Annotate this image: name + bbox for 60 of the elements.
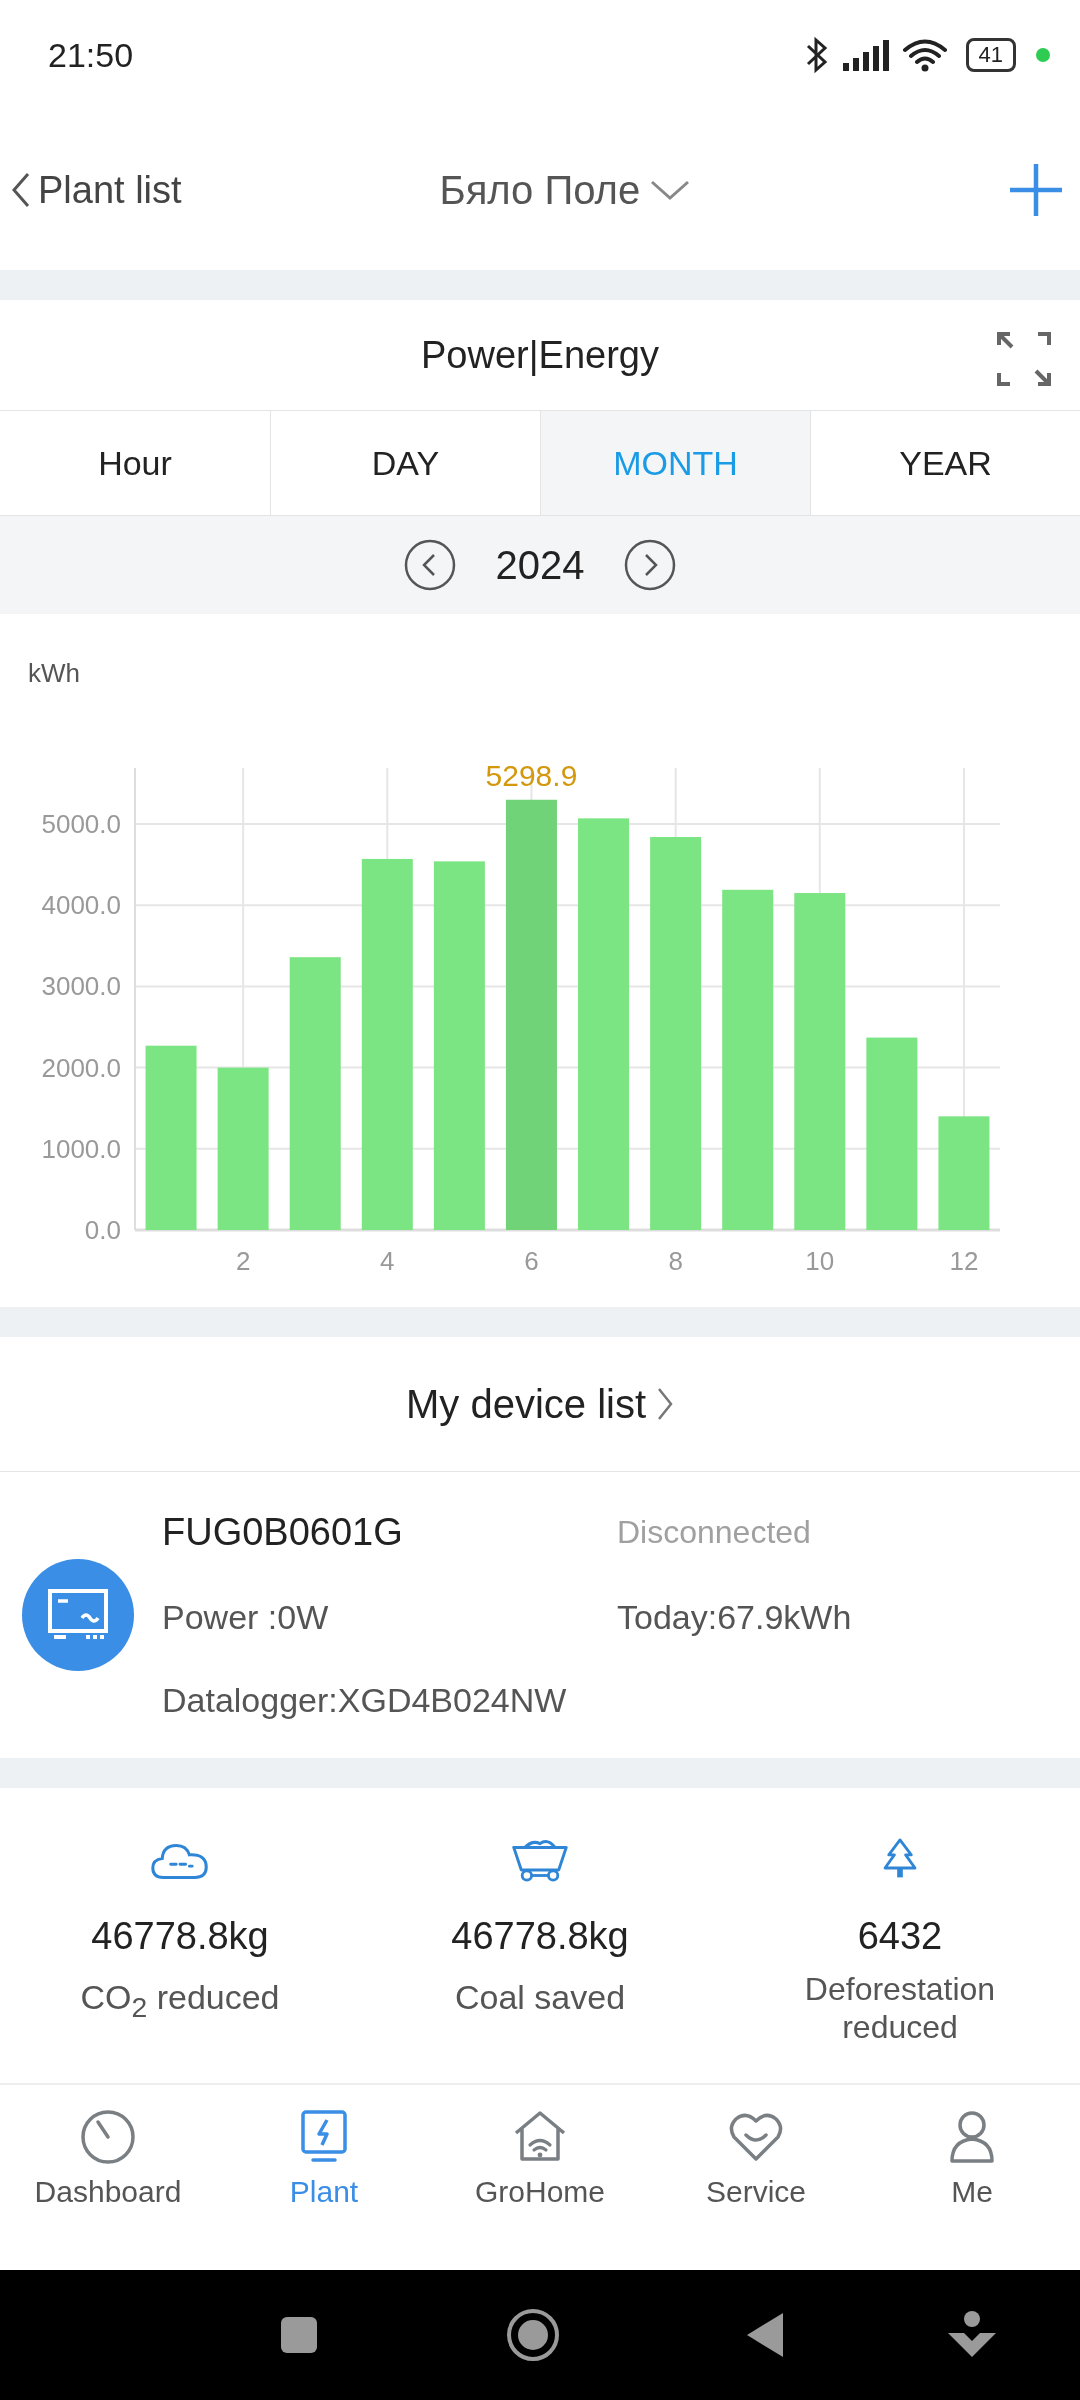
device-energy-today: Today:67.9kWh — [617, 1597, 852, 1637]
previous-button[interactable] — [403, 539, 456, 591]
datalogger-id: Datalogger:XGD4B024NW — [162, 1680, 568, 1720]
axis-label: 5000.0 — [41, 809, 121, 839]
bar[interactable] — [794, 893, 846, 1230]
device-power: Power :0W — [162, 1597, 330, 1637]
stat-value: 46778.8kg — [91, 1915, 269, 1958]
back-button[interactable]: Plant list — [10, 168, 182, 212]
status-dot — [1036, 48, 1050, 62]
battery-level: 41 — [965, 38, 1016, 72]
bar[interactable] — [217, 1067, 269, 1230]
signal-icon — [841, 39, 890, 71]
chevron-down-icon[interactable] — [650, 179, 691, 201]
bar[interactable] — [361, 858, 413, 1230]
bar[interactable] — [145, 1045, 197, 1230]
bar[interactable] — [866, 1037, 918, 1230]
add-icon[interactable] — [1008, 162, 1064, 218]
year-label: 2024 — [495, 542, 585, 588]
chevron-right-icon[interactable] — [656, 1386, 675, 1422]
axis-label: 2000.0 — [41, 1052, 121, 1083]
axis-label: 2 — [235, 1246, 251, 1276]
axis-label: 10 — [805, 1246, 835, 1276]
plant-name[interactable]: Бяло Поле — [439, 167, 641, 213]
axis-label: 0.0 — [84, 1215, 121, 1245]
stat-label: CO$_{2}$ reduced — [80, 1978, 280, 2025]
axis-label: 8 — [668, 1246, 683, 1276]
chevron-left-icon[interactable] — [10, 170, 32, 210]
axis-label: 4 — [380, 1246, 395, 1276]
device-list-link[interactable]: My device list — [405, 1381, 675, 1427]
mine-cart-icon — [510, 1838, 570, 1883]
bar[interactable] — [289, 957, 341, 1230]
clock: 21:50 — [48, 35, 134, 75]
device-status: Disconnected — [617, 1513, 812, 1551]
bar[interactable] — [433, 861, 485, 1230]
value-label: 5298.9 — [485, 758, 578, 792]
nav-tab[interactable]: Service — [648, 2085, 864, 2270]
stat-label: Coal saved — [454, 1978, 626, 2016]
bar[interactable] — [578, 818, 630, 1230]
axis-unit: kWh — [28, 658, 80, 688]
device-name[interactable]: FUG0B0601G — [162, 1510, 617, 1554]
wifi-icon — [901, 38, 948, 72]
stat-value: 46778.8kg — [451, 1915, 629, 1958]
fullscreen-icon[interactable] — [996, 331, 1052, 387]
card-title: Power|Energy — [421, 333, 659, 377]
bar[interactable] — [505, 799, 557, 1230]
nav-tab[interactable]: Dashboard — [0, 2085, 216, 2270]
bar[interactable] — [722, 889, 774, 1230]
axis-label: 4000.0 — [41, 890, 121, 921]
nav-tab[interactable]: GroHome — [432, 2085, 648, 2270]
bar[interactable] — [938, 1116, 990, 1230]
axis-label: 6 — [524, 1246, 539, 1276]
axis-label: 12 — [949, 1246, 979, 1276]
gauge-icon — [78, 2107, 138, 2167]
stat-value: 6432 — [857, 1915, 943, 1958]
next-button[interactable] — [624, 539, 677, 591]
stat-label: Deforestation reduced — [803, 1970, 997, 2046]
bar[interactable] — [650, 837, 702, 1230]
axis-label: 1000.0 — [41, 1133, 121, 1164]
nav-tab[interactable]: Me — [864, 2085, 1080, 2270]
axis-label: 3000.0 — [41, 971, 121, 1002]
